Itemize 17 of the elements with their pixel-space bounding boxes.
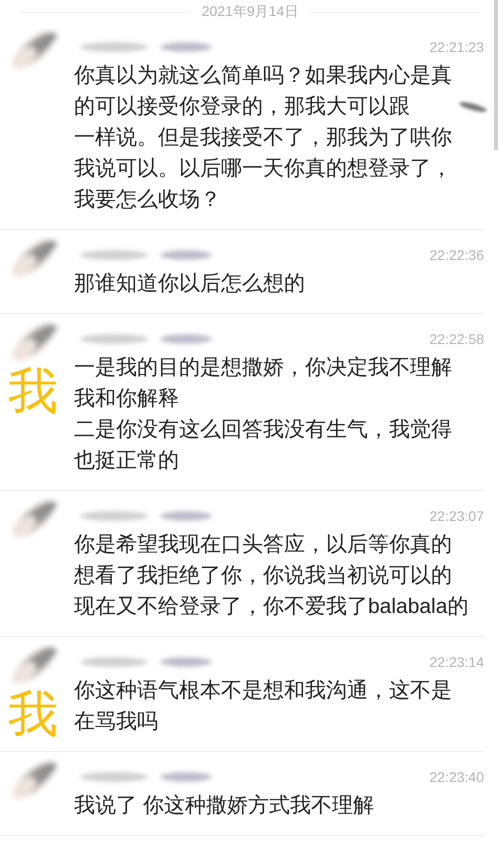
message-text: 你这种语气根本不是想和我沟通，这不是在骂我吗	[74, 679, 452, 733]
message-time: 22:21:23	[430, 39, 484, 55]
message-time: 22:23:40	[430, 769, 484, 785]
annotation-label: 我	[8, 689, 58, 739]
message-text: 我说了 你这种撒娇方式我不理解	[74, 794, 374, 817]
message-text: 那谁知道你以后怎么想的	[74, 272, 305, 295]
message-text: 一是我的目的是想撒娇，你决定我不理解我和你解释	[74, 356, 452, 410]
date-separator: 2021年9月14日	[202, 3, 298, 21]
message-text: 你真以为就这么简单吗？如果我内心是真的可以接受你登录的，那我大可以跟	[74, 64, 452, 118]
message-text: 一样说。但是我接受不了，那我为了哄你我说可以。以后哪一天你真的想登录了，我要怎么收场？	[74, 126, 452, 211]
message-time: 22:23:14	[430, 654, 484, 670]
message-time: 22:22:36	[430, 247, 484, 263]
message-text: 你是希望我现在口头答应，以后等你真的想看了我拒绝了你，你说我当初说可以的现在又不给登录了，你不爱我了balabala的	[74, 533, 468, 618]
message-text: 二是你没有这么回答我没有生气，我觉得也挺正常的	[74, 418, 452, 472]
annotation-label: 我	[8, 366, 58, 416]
message-time: 22:23:07	[430, 508, 484, 524]
message-time: 22:22:58	[430, 331, 484, 347]
